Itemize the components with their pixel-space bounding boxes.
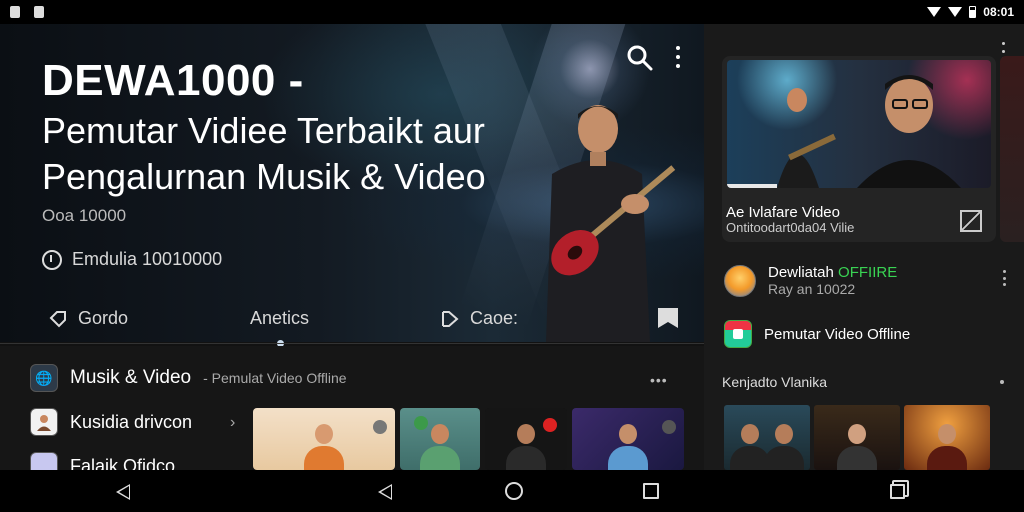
login-icon [442, 310, 459, 327]
list-header[interactable]: 🌐 Musik & Video - Pemulat Video Offline [30, 364, 347, 392]
video-player-app-icon [724, 320, 752, 348]
list-more-icon[interactable]: ••• [650, 372, 668, 388]
hero-meta: Ooa 10000 [42, 206, 127, 225]
tab-caoe[interactable]: Caoe: [440, 308, 518, 329]
channel-item[interactable]: Dewliatah OFFIIRE Ray an 10022 [724, 264, 897, 297]
featured-scene-image [777, 75, 961, 188]
home-icon[interactable] [505, 482, 523, 500]
wifi-icon [927, 7, 942, 17]
content-list: 🌐 Musik & Video - Pemulat Video Offline … [0, 346, 704, 480]
status-bar: 08:01 [0, 0, 1024, 24]
recents-icon[interactable] [890, 484, 905, 499]
back-icon[interactable] [378, 484, 392, 500]
tab-bar: Gordo Anetics Caoe: [0, 290, 704, 347]
video-thumbnail[interactable] [400, 408, 480, 470]
video-thumbnail[interactable] [724, 405, 810, 470]
right-panel: Ae Ivlafare Video Ontitoodart0da04 Vilie… [704, 24, 1024, 470]
expand-icon[interactable] [960, 210, 982, 232]
section-label: Kenjadto Vlanika [722, 374, 828, 390]
notification-icon [10, 6, 20, 18]
tag-icon [49, 310, 66, 327]
list-item[interactable]: Kusidia drivcon [30, 408, 192, 436]
video-thumbnail[interactable] [572, 408, 684, 470]
search-icon[interactable] [626, 44, 654, 72]
video-thumbnail[interactable] [814, 405, 900, 470]
hero-location: Emdulia 10010000 [42, 249, 222, 270]
back-icon[interactable] [116, 484, 130, 500]
featured-title: Ae Ivlafare Video [726, 204, 840, 221]
hero-subtitle: Pemutar Vidiee Terbaikt aur Pengalurnan … [42, 110, 486, 197]
tab-gordo[interactable]: Gordo [48, 308, 128, 329]
signal-icon [948, 7, 963, 17]
user-avatar-icon [30, 408, 58, 436]
location-icon [42, 249, 62, 270]
channel-avatar [724, 264, 756, 297]
more-options-icon[interactable] [672, 42, 684, 72]
section-more-icon[interactable] [1000, 380, 1004, 384]
tab-divider [0, 343, 704, 344]
hero-title: DEWA1000 - [42, 56, 304, 105]
progress-bar [727, 184, 777, 188]
featured-video-card[interactable]: Ae Ivlafare Video Ontitoodart0da04 Vilie [722, 56, 996, 242]
app-globe-icon: 🌐 [30, 364, 58, 392]
video-thumbnail[interactable] [253, 408, 395, 470]
tab-anetics[interactable]: Anetics [250, 308, 309, 329]
video-grid [724, 405, 990, 470]
app-item[interactable]: Pemutar Video Offline [724, 320, 910, 348]
next-card-preview[interactable] [1000, 56, 1024, 242]
bookmark-icon[interactable] [658, 308, 678, 328]
video-thumbnail[interactable] [904, 405, 990, 470]
featured-subtitle: Ontitoodart0da04 Vilie [726, 220, 855, 235]
featured-video-thumbnail[interactable] [727, 60, 991, 188]
notification-icon-2 [34, 6, 44, 18]
chevron-right-icon[interactable]: › [230, 414, 235, 432]
item-more-icon[interactable] [1002, 270, 1006, 286]
status-time: 08:01 [983, 5, 1014, 19]
battery-icon [969, 6, 977, 18]
video-thumbnail[interactable] [485, 408, 567, 470]
thumbnail-row [253, 408, 684, 470]
navigation-bar [0, 470, 1024, 512]
recents-icon[interactable] [643, 483, 659, 499]
